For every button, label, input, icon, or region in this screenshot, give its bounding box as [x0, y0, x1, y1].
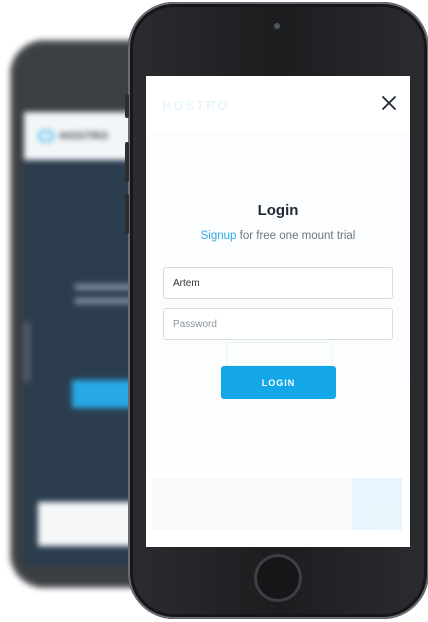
underlying-hero	[146, 132, 410, 472]
close-icon	[382, 96, 396, 110]
underlying-logo: HOSTRO	[162, 98, 230, 113]
volume-up-button	[125, 142, 129, 182]
signup-link[interactable]: Signup	[201, 230, 237, 242]
volume-down-button	[125, 194, 129, 234]
home-button[interactable]	[254, 554, 302, 602]
mute-switch	[125, 94, 129, 118]
front-camera	[274, 23, 280, 29]
login-subtitle-text: for free one mount trial	[236, 230, 356, 242]
logo-icon	[38, 130, 54, 142]
username-field[interactable]	[163, 267, 393, 299]
login-button[interactable]: LOGIN	[221, 366, 336, 399]
phone-frame: HOSTRO Login Signup for free one mount t…	[125, 2, 428, 619]
underlying-search-button	[352, 478, 402, 530]
login-title: Login	[257, 202, 299, 219]
login-subtitle: Signup for free one mount trial	[146, 230, 410, 242]
password-field[interactable]	[163, 308, 393, 340]
phone-screen: HOSTRO Login Signup for free one mount t…	[146, 76, 410, 547]
underlying-search-field	[152, 478, 352, 530]
background-side-arrow	[24, 322, 30, 382]
underlying-button	[226, 342, 332, 366]
close-button[interactable]	[378, 92, 400, 114]
background-logo-text: HOSTRO	[60, 130, 109, 142]
